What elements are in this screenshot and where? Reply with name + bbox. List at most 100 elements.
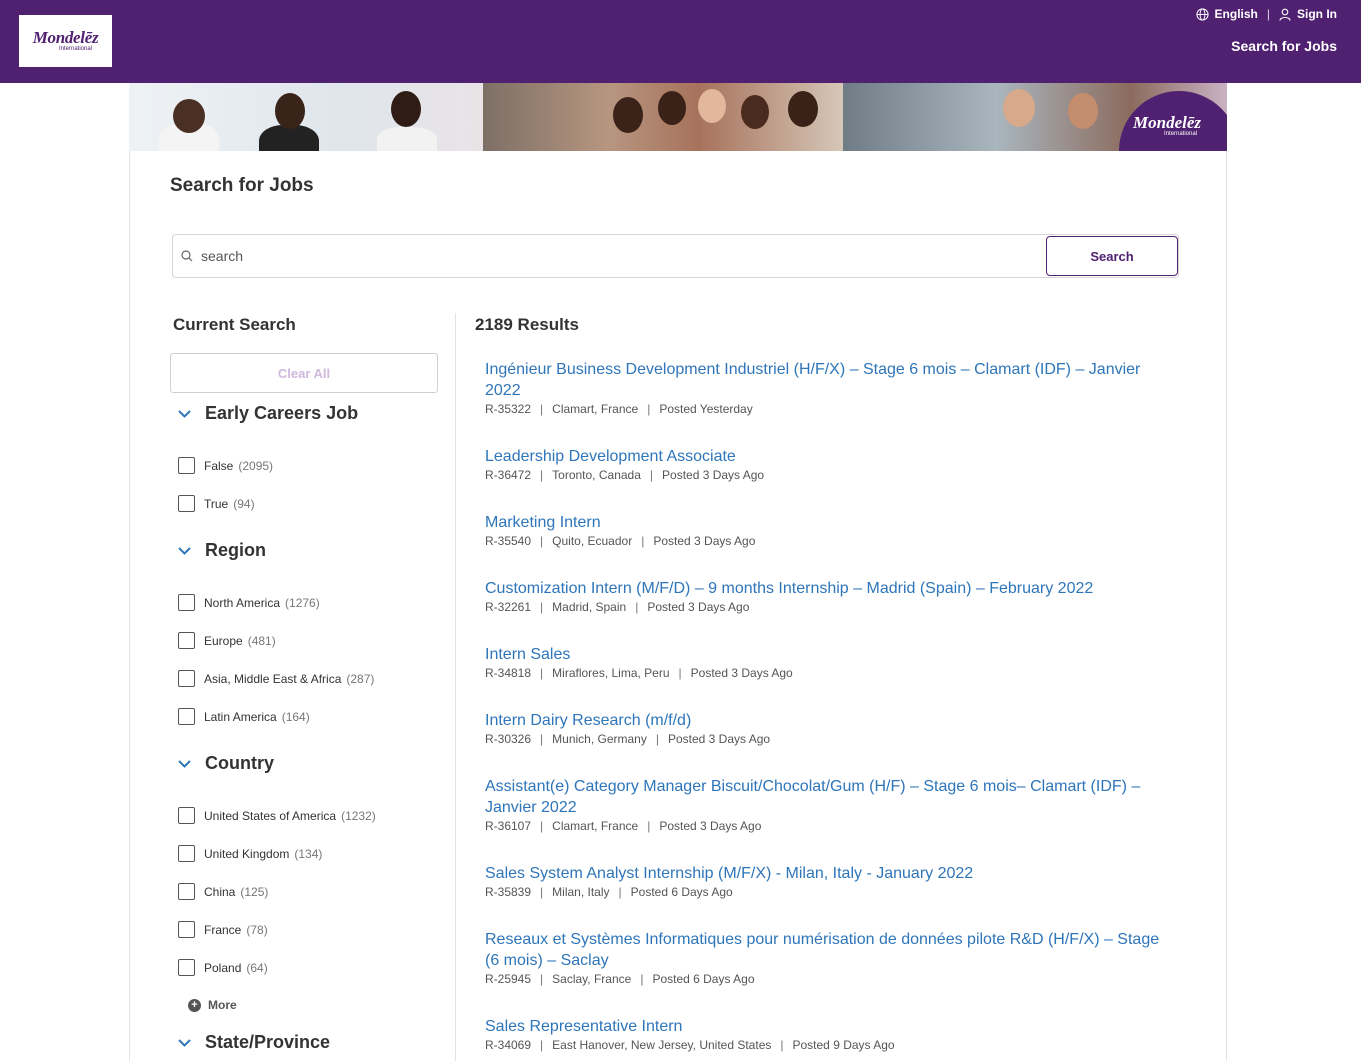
- job-listing: Intern Sales R-34818 | Miraflores, Lima, P…: [485, 644, 1175, 680]
- job-listing: Assistant(e) Category Manager Biscuit/Ch…: [485, 776, 1175, 833]
- job-id: R-35322: [485, 402, 532, 416]
- filter-option-united-states[interactable]: United States of America (1232): [178, 807, 376, 824]
- checkbox[interactable]: [178, 845, 195, 862]
- filter-option-latin-america[interactable]: Latin America (164): [178, 708, 310, 725]
- column-divider: [455, 313, 456, 1061]
- option-label: False: [204, 458, 234, 473]
- job-posted: Posted 3 Days Ago: [690, 666, 793, 680]
- more-countries-button[interactable]: + More: [188, 998, 237, 1012]
- job-id: R-35540: [485, 534, 532, 548]
- hero-banner: Mondelēz International: [129, 83, 1227, 151]
- filter-option-north-america[interactable]: North America (1276): [178, 594, 320, 611]
- search-input[interactable]: [201, 245, 1021, 267]
- current-search-heading: Current Search: [173, 315, 296, 334]
- option-count: (134): [294, 846, 323, 861]
- job-title-link[interactable]: Ingénieur Business Development Industrie…: [485, 359, 1175, 401]
- checkbox[interactable]: [178, 921, 195, 938]
- job-title-link[interactable]: Reseaux et Systèmes Informatiques pour n…: [485, 929, 1175, 971]
- job-listing: Customization Intern (M/F/D) – 9 months …: [485, 578, 1175, 614]
- sign-in-link[interactable]: Sign In: [1279, 7, 1337, 21]
- job-title-link[interactable]: Leadership Development Associate: [485, 446, 1175, 467]
- job-title-link[interactable]: Assistant(e) Category Manager Biscuit/Ch…: [485, 776, 1175, 818]
- checkbox[interactable]: [178, 594, 195, 611]
- job-posted: Posted 6 Days Ago: [652, 972, 755, 986]
- option-count: (1276): [285, 595, 320, 610]
- filter-option-true[interactable]: True (94): [178, 495, 255, 512]
- globe-icon: [1195, 7, 1209, 21]
- job-meta: R-34818 | Miraflores, Lima, Peru | Posted 3 …: [485, 666, 793, 680]
- facet-region[interactable]: Region: [178, 540, 266, 561]
- option-count: (78): [246, 922, 268, 937]
- job-location: Saclay, France: [552, 972, 632, 986]
- facet-title: Region: [205, 540, 266, 560]
- option-label: Poland: [204, 960, 242, 975]
- job-title-link[interactable]: Intern Sales: [485, 644, 1175, 665]
- option-label: China: [204, 884, 236, 899]
- search-icon: [181, 250, 193, 262]
- filter-option-france[interactable]: France (78): [178, 921, 268, 938]
- logo-subtitle: International: [58, 46, 93, 52]
- job-meta: R-34069 | East Hanover, New Jersey, United…: [485, 1038, 895, 1052]
- filter-option-poland[interactable]: Poland (64): [178, 959, 268, 976]
- filter-option-europe[interactable]: Europe (481): [178, 632, 276, 649]
- job-id: R-34069: [485, 1038, 532, 1052]
- option-label: True: [204, 496, 229, 511]
- option-count: (94): [233, 496, 255, 511]
- search-bar: Search: [172, 234, 1179, 278]
- job-listing: Marketing Intern R-35540 | Quito, Ecuador |…: [485, 512, 1175, 548]
- utility-nav: English | Sign In: [1195, 7, 1337, 21]
- clear-all-button[interactable]: Clear All: [170, 353, 438, 393]
- option-label: Europe: [204, 633, 243, 648]
- plus-circle-icon: +: [188, 998, 201, 1012]
- job-location: Miraflores, Lima, Peru: [552, 666, 670, 680]
- job-title-link[interactable]: Sales System Analyst Internship (M/F/X) …: [485, 863, 1175, 884]
- job-listing: Sales Representative Intern R-34069 | East…: [485, 1016, 1175, 1052]
- logo-wordmark: Mondelēz: [32, 28, 99, 47]
- top-header: Mondelēz International English | Sign In…: [0, 0, 1361, 83]
- job-id: R-25945: [485, 972, 532, 986]
- filter-option-united-kingdom[interactable]: United Kingdom (134): [178, 845, 322, 862]
- checkbox[interactable]: [178, 670, 195, 687]
- job-title-link[interactable]: Intern Dairy Research (m/f/d): [485, 710, 1175, 731]
- option-label: United Kingdom: [204, 846, 290, 861]
- job-location: Quito, Ecuador: [552, 534, 633, 548]
- main-content: Search for Jobs Search Current Search Cl…: [129, 151, 1227, 1061]
- filter-option-asia-middle-east-africa[interactable]: Asia, Middle East & Africa (287): [178, 670, 374, 687]
- option-count: (64): [246, 960, 268, 975]
- job-listing: Sales System Analyst Internship (M/F/X) …: [485, 863, 1175, 899]
- job-location: Toronto, Canada: [552, 468, 641, 482]
- job-posted: Posted 3 Days Ago: [662, 468, 765, 482]
- facet-state-province[interactable]: State/Province: [178, 1032, 330, 1053]
- job-id: R-32261: [485, 600, 532, 614]
- job-posted: Posted 3 Days Ago: [647, 600, 750, 614]
- mondelez-seal-logo: Mondelēz International: [1119, 91, 1227, 151]
- chevron-down-icon: [178, 409, 192, 418]
- checkbox[interactable]: [178, 708, 195, 725]
- job-posted: Posted 9 Days Ago: [792, 1038, 895, 1052]
- job-posted: Posted 6 Days Ago: [630, 885, 733, 899]
- mondelez-logo[interactable]: Mondelēz International: [19, 15, 112, 67]
- filter-option-false[interactable]: False (2095): [178, 457, 273, 474]
- language-selector[interactable]: English: [1195, 7, 1258, 21]
- job-meta: R-36472 | Toronto, Canada | Posted 3 Days Ag…: [485, 468, 765, 482]
- checkbox[interactable]: [178, 632, 195, 649]
- checkbox[interactable]: [178, 959, 195, 976]
- search-button[interactable]: Search: [1046, 236, 1178, 276]
- job-title-link[interactable]: Marketing Intern: [485, 512, 1175, 533]
- checkbox[interactable]: [178, 807, 195, 824]
- facet-country[interactable]: Country: [178, 753, 274, 774]
- checkbox[interactable]: [178, 883, 195, 900]
- job-id: R-36472: [485, 468, 532, 482]
- facet-early-careers-job[interactable]: Early Careers Job: [178, 403, 358, 424]
- nav-search-for-jobs[interactable]: Search for Jobs: [1231, 38, 1337, 54]
- filter-option-china[interactable]: China (125): [178, 883, 268, 900]
- job-title-link[interactable]: Sales Representative Intern: [485, 1016, 1175, 1037]
- job-listing: Reseaux et Systèmes Informatiques pour n…: [485, 929, 1175, 986]
- results-count: 2189 Results: [475, 315, 579, 334]
- job-title-link[interactable]: Customization Intern (M/F/D) – 9 months …: [485, 578, 1175, 599]
- checkbox[interactable]: [178, 495, 195, 512]
- job-location: East Hanover, New Jersey, United States: [552, 1038, 772, 1052]
- checkbox[interactable]: [178, 457, 195, 474]
- chevron-down-icon: [178, 546, 192, 555]
- job-listing: Ingénieur Business Development Industrie…: [485, 359, 1175, 416]
